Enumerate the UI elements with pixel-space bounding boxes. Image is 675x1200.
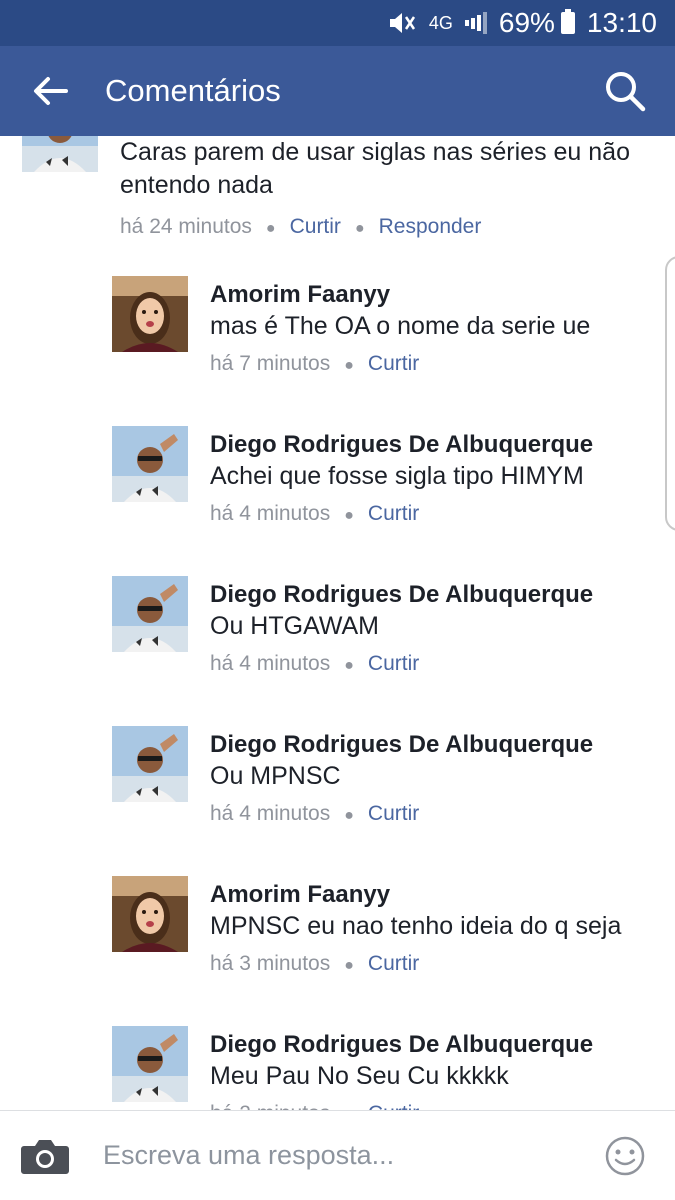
clock: 13:10	[586, 7, 657, 38]
separator-dot: ●	[344, 807, 354, 824]
comment-meta: há 3 minutos ● Curtir	[210, 949, 655, 981]
avatar[interactable]	[112, 876, 188, 952]
comment-meta: há 24 minutos ● Curtir ● Responder	[120, 212, 655, 244]
search-icon[interactable]	[595, 61, 655, 121]
like-link[interactable]: Curtir	[290, 215, 341, 238]
comment-meta: há 4 minutos ● Curtir	[210, 649, 655, 681]
reply-comment: Diego Rodrigues De Albuquerque Achei que …	[0, 426, 675, 556]
comment-body: Diego Rodrigues De Albuquerque Meu Pau No…	[210, 1030, 655, 1110]
reply-comment: Diego Rodrigues De Albuquerque Meu Pau No…	[0, 1026, 675, 1110]
avatar[interactable]	[22, 136, 98, 172]
comment-body: Diego Rodrigues De Albuquerque Ou MPNSC há…	[210, 730, 655, 831]
reply-link[interactable]: Responder	[379, 215, 482, 238]
comment-meta: há 7 minutos ● Curtir	[210, 349, 655, 381]
comment-body: Amorim Faanyy mas é The OA o nome da seri…	[210, 280, 655, 381]
comment-author[interactable]: Diego Rodrigues De Albuquerque	[210, 1030, 655, 1060]
comment-text: Ou HTGAWAM	[210, 612, 379, 640]
comment-text: mas é The OA o nome da serie ue	[210, 312, 591, 340]
battery-percentage: 69%	[498, 7, 555, 38]
comment-author[interactable]: Amorim Faanyy	[210, 280, 655, 310]
comment-text: Caras parem de usar siglas nas séries eu…	[120, 138, 630, 199]
avatar[interactable]	[112, 426, 188, 502]
comment-author[interactable]: Diego Rodrigues De Albuquerque	[210, 580, 655, 610]
camera-icon[interactable]	[15, 1126, 75, 1186]
top-comment: Caras parem de usar siglas nas séries eu…	[0, 136, 675, 256]
like-link[interactable]: Curtir	[368, 1102, 419, 1110]
separator-dot: ●	[344, 957, 354, 974]
reply-input[interactable]	[103, 1125, 595, 1186]
comment-author[interactable]: Diego Rodrigues De Albuquerque	[210, 730, 655, 760]
comment-meta: há 2 minutos●Curtir	[210, 1099, 655, 1110]
timestamp: há 24 minutos	[120, 215, 252, 238]
avatar[interactable]	[112, 576, 188, 652]
reply-composer	[0, 1110, 675, 1200]
separator-dot: ●	[354, 220, 365, 237]
emoji-icon[interactable]	[595, 1126, 655, 1186]
timestamp: há 4 minutos	[210, 802, 331, 825]
comment-author[interactable]: Amorim Faanyy	[210, 880, 655, 910]
comment-body: Caras parem de usar siglas nas séries eu…	[120, 136, 655, 244]
separator-dot: ●	[265, 220, 276, 237]
like-link[interactable]: Curtir	[368, 502, 419, 525]
status-bar: 4G 69% 13:10	[0, 0, 675, 46]
reply-comment: Amorim Faanyy MPNSC eu nao tenho ideia do…	[0, 876, 675, 1006]
avatar[interactable]	[112, 276, 188, 352]
app-bar: Comentários	[0, 46, 675, 136]
timestamp: há 3 minutos	[210, 952, 331, 975]
like-link[interactable]: Curtir	[368, 652, 419, 675]
timestamp: há 4 minutos	[210, 652, 331, 675]
mute-icon	[387, 10, 417, 36]
like-link[interactable]: Curtir	[368, 952, 419, 975]
comment-meta: há 4 minutos ● Curtir	[210, 799, 655, 831]
scrollbar[interactable]	[665, 256, 675, 531]
like-link[interactable]: Curtir	[368, 352, 419, 375]
signal-icon	[464, 12, 487, 34]
timestamp: há 2 minutos	[210, 1102, 330, 1110]
timestamp: há 7 minutos	[210, 352, 331, 375]
comment-text: Ou MPNSC	[210, 762, 341, 790]
reply-comment: Amorim Faanyy mas é The OA o nome da seri…	[0, 276, 675, 406]
reply-comment: Diego Rodrigues De Albuquerque Ou MPNSC há…	[0, 726, 675, 856]
comment-meta: há 4 minutos ● Curtir	[210, 499, 655, 531]
comment-text: Achei que fosse sigla tipo HIMYM	[210, 462, 584, 490]
comment-author[interactable]: Diego Rodrigues De Albuquerque	[210, 430, 655, 460]
page-title: Comentários	[105, 73, 281, 108]
reply-comment: Diego Rodrigues De Albuquerque Ou HTGAWAM…	[0, 576, 675, 706]
comment-body: Diego Rodrigues De Albuquerque Ou HTGAWAM…	[210, 580, 655, 681]
avatar[interactable]	[112, 726, 188, 802]
like-link[interactable]: Curtir	[368, 802, 419, 825]
comments-list[interactable]: Caras parem de usar siglas nas séries eu…	[0, 136, 675, 1110]
comment-body: Amorim Faanyy MPNSC eu nao tenho ideia do…	[210, 880, 655, 981]
network-type: 4G	[428, 12, 453, 33]
comment-text: Meu Pau No Seu Cu kkkkk	[210, 1062, 509, 1090]
separator-dot: ●	[344, 357, 354, 374]
avatar[interactable]	[112, 1026, 188, 1102]
arrow-left-icon[interactable]	[15, 46, 85, 136]
separator-dot: ●	[344, 507, 354, 524]
separator-dot: ●	[344, 657, 354, 674]
battery-icon	[560, 9, 575, 34]
comment-body: Diego Rodrigues De Albuquerque Achei que …	[210, 430, 655, 531]
comment-text: MPNSC eu nao tenho ideia do q seja	[210, 912, 622, 940]
timestamp: há 4 minutos	[210, 502, 331, 525]
